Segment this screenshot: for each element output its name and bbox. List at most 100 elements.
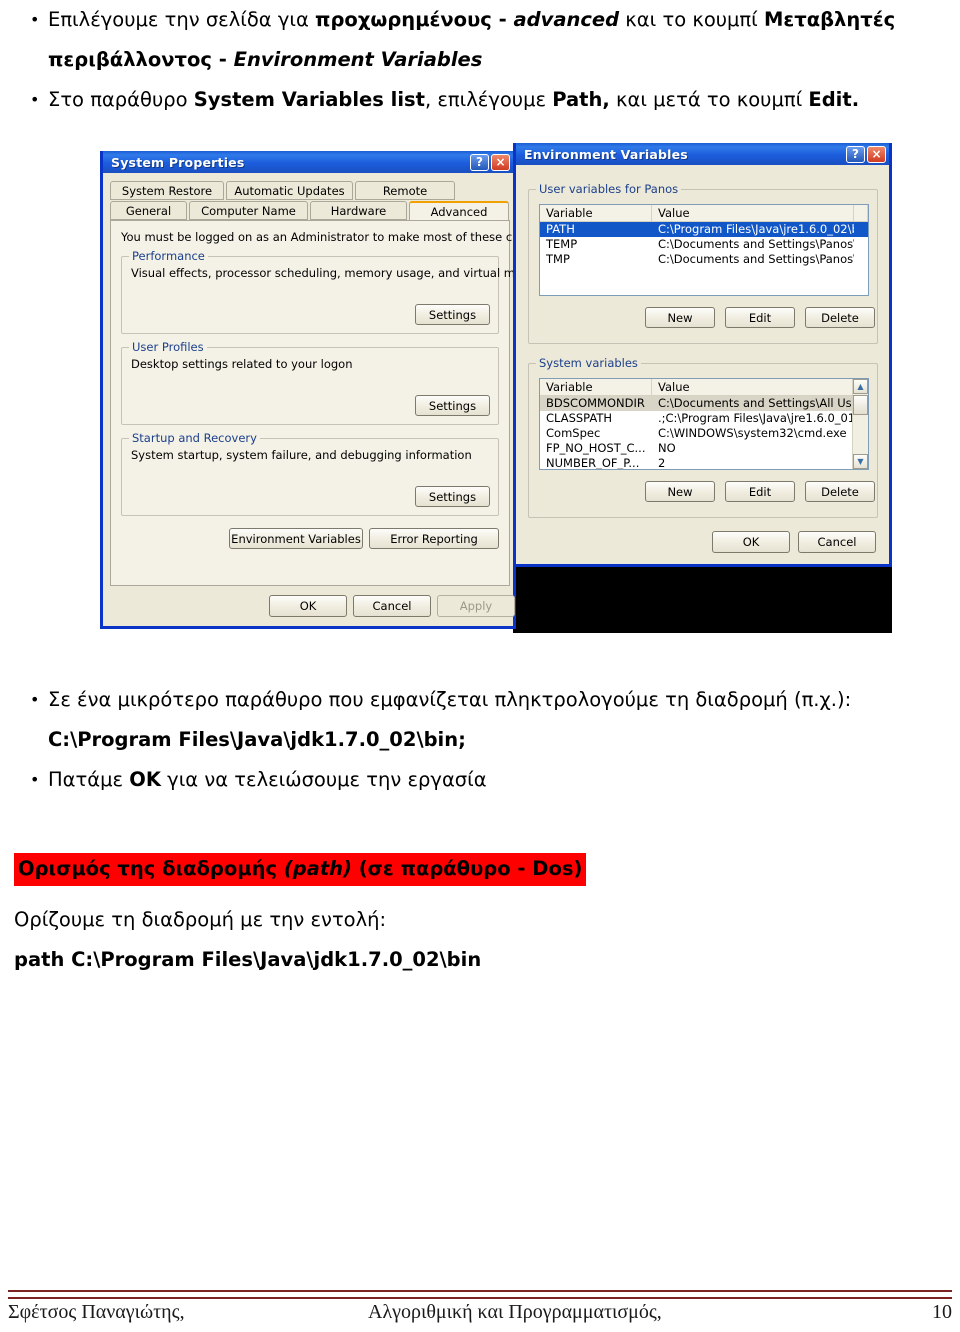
help-icon[interactable]: ? [846,145,865,163]
text-run: (path) [283,857,352,880]
cell-variable: ComSpec [546,426,601,440]
intro-bullet-list: Επιλέγουμε την σελίδα για προχωρημένους … [0,0,960,120]
text-run: System Variables list [193,88,425,111]
windows-xp-screenshot: System Properties ? × System Restore Aut… [100,143,892,633]
table-row[interactable]: PATH C:\Program Files\Java\jre1.6.0_02\bi… [540,222,868,237]
user-variables-group-title: User variables for Panos [536,182,682,196]
system-properties-ok-button[interactable]: OK [269,595,347,617]
tab-computer-name[interactable]: Computer Name [189,201,308,220]
environment-variables-button[interactable]: Environment Variables [229,528,363,549]
text-run: C:\Program Files\Java\jdk1.7.0_02\bin; [48,728,466,751]
text-run: Environment Variables [233,48,483,71]
system-variables-list[interactable]: Variable Value BDSCOMMONDIR C:\Documents … [539,378,869,470]
cell-variable: TMP [546,252,570,266]
system-variables-group-title: System variables [536,356,641,370]
cell-value: 2 [658,456,666,470]
tab-general[interactable]: General [110,201,187,220]
system-variables-new-button[interactable]: New [645,481,715,502]
user-variables-column-variable[interactable]: Variable [540,205,652,221]
bullet-system-variables-list: Στο παράθυρο System Variables list, επιλ… [0,80,960,120]
table-row[interactable]: BDSCOMMONDIR C:\Documents and Settings\Al… [540,396,868,411]
table-row[interactable]: CLASSPATH .;C:\Program Files\Java\jre1.6.… [540,411,868,426]
environment-variables-title: Environment Variables [524,146,688,162]
document-body-after: Σε ένα μικρότερο παράθυρο που εμφανίζετα… [0,680,960,800]
environment-variables-ok-button[interactable]: OK [712,531,790,553]
text-run: Επιλέγουμε την σελίδα για [48,8,316,31]
text-run: Πατάμε [48,768,130,791]
user-variables-edit-button[interactable]: Edit [725,307,795,328]
text-run: και το κουμπί [619,8,764,31]
system-variables-header: Variable Value [540,379,868,396]
text-run: - [218,48,234,71]
close-icon[interactable]: × [491,153,510,171]
tab-remote[interactable]: Remote [355,181,455,200]
table-row[interactable]: FP_NO_HOST_C... NO [540,441,868,456]
system-properties-apply-button: Apply [437,595,515,617]
tab-automatic-updates[interactable]: Automatic Updates [226,181,353,200]
error-reporting-button[interactable]: Error Reporting [369,528,499,549]
text-run: προχωρημένους - [315,8,514,31]
close-icon[interactable]: × [867,145,886,163]
user-profiles-group: User Profiles Desktop settings related t… [121,340,499,425]
system-properties-dialog: System Properties ? × System Restore Aut… [100,151,558,629]
cell-variable: CLASSPATH [546,411,613,425]
table-row[interactable]: TMP C:\Documents and Settings\Panos\Local… [540,252,868,267]
help-icon[interactable]: ? [470,153,489,171]
environment-variables-cancel-button[interactable]: Cancel [798,531,876,553]
scroll-down-arrow-icon[interactable]: ▼ [853,454,868,469]
text-run: Σε ένα μικρότερο παράθυρο που εμφανίζετα… [48,688,852,711]
text-run: Στο παράθυρο [48,88,194,111]
tab-row-top: System Restore Automatic Updates Remote [110,181,457,200]
user-variables-new-button[interactable]: New [645,307,715,328]
define-path-intro: Ορίζουμε τη διαδρομή με την εντολή: [14,908,387,931]
system-variables-delete-button[interactable]: Delete [805,481,875,502]
cell-variable: NUMBER_OF_P... [546,456,640,470]
text-run: advanced [513,8,620,31]
scroll-up-arrow-icon[interactable]: ▲ [853,379,868,394]
footer-course: Αλγοριθμική και Προγραμματισμός, [368,1301,662,1323]
cell-variable: TEMP [546,237,578,251]
text-run: Path, [552,88,610,111]
startup-recovery-settings-button[interactable]: Settings [415,486,490,507]
text-run: Edit. [808,88,860,111]
user-variables-column-spacer [854,205,868,221]
text-run: Ορισμός της διαδρομής [18,857,284,880]
table-row[interactable]: ComSpec C:\WINDOWS\system32\cmd.exe [540,426,868,441]
cell-value: C:\Documents and Settings\Panos\Local... [658,237,854,251]
user-variables-delete-button[interactable]: Delete [805,307,875,328]
performance-group-title: Performance [129,249,208,263]
user-variables-header: Variable Value [540,205,868,222]
table-row[interactable]: NUMBER_OF_P... 2 [540,456,868,470]
performance-group: Performance Visual effects, processor sc… [121,249,552,334]
system-properties-body: System Restore Automatic Updates Remote … [103,173,558,625]
cell-variable: BDSCOMMONDIR [546,396,645,410]
cell-variable: FP_NO_HOST_C... [546,441,646,455]
system-variables-edit-button[interactable]: Edit [725,481,795,502]
scrollbar-thumb[interactable] [853,395,868,415]
path-value-line: C:\Program Files\Java\jdk1.7.0_02\bin; [0,720,960,760]
system-variables-scrollbar[interactable]: ▲ ▼ [852,379,868,469]
tab-hardware[interactable]: Hardware [310,201,407,220]
system-variables-column-variable[interactable]: Variable [540,379,652,395]
screenshot-black-backdrop [513,561,892,633]
advanced-tab-panel: You must be logged on as an Administrato… [110,220,558,586]
text-run: περιβάλλοντος [48,48,219,71]
cell-value: C:\WINDOWS\system32\cmd.exe [658,426,847,440]
system-properties-cancel-button[interactable]: Cancel [353,595,431,617]
table-row[interactable]: TEMP C:\Documents and Settings\Panos\Loca… [540,237,868,252]
tab-advanced[interactable]: Advanced [409,201,509,220]
bullet-advanced-page: Επιλέγουμε την σελίδα για προχωρημένους … [0,0,960,40]
user-profiles-settings-button[interactable]: Settings [415,395,490,416]
user-variables-column-value[interactable]: Value [652,205,854,221]
system-variables-column-value[interactable]: Value [652,379,854,395]
document-body-tail: Ορίζουμε τη διαδρομή με την εντολή: path… [0,900,960,980]
tab-system-restore[interactable]: System Restore [110,181,224,200]
system-properties-title: System Properties [111,154,245,170]
user-variables-list[interactable]: Variable Value PATH C:\Program Files\Java… [539,204,869,296]
section-heading-path-dos: Ορισμός της διαδρομής (path) (σε παράθυρ… [14,853,587,886]
user-profiles-group-title: User Profiles [129,340,207,354]
text-run: Μεταβλητές [763,8,896,31]
dos-path-command: path C:\Program Files\Java\jdk1.7.0_02\b… [14,948,482,971]
startup-recovery-group-text: System startup, system failure, and debu… [131,448,472,462]
performance-settings-button[interactable]: Settings [415,304,490,325]
